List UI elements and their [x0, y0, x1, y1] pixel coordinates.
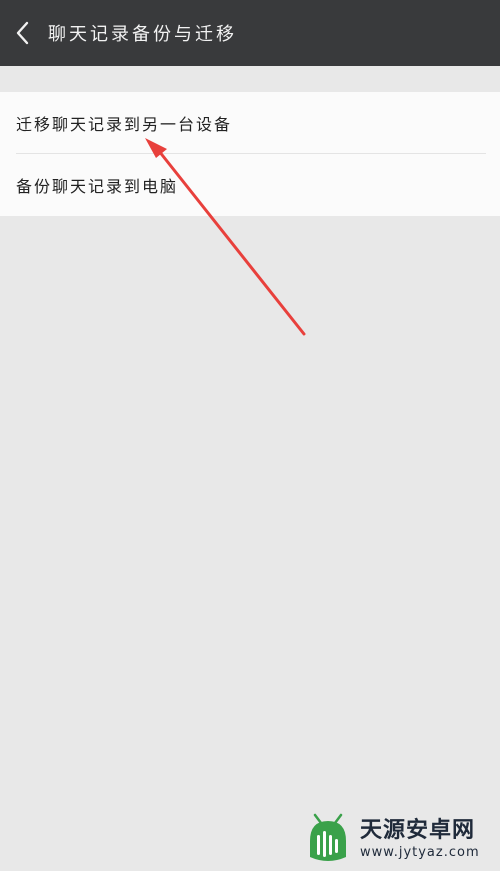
- back-button[interactable]: [0, 0, 44, 66]
- page-title: 聊天记录备份与迁移: [48, 24, 237, 45]
- watermark-url: www.jytyaz.com: [360, 845, 480, 860]
- menu-item-migrate-to-device[interactable]: 迁移聊天记录到另一台设备: [0, 92, 500, 154]
- chevron-left-icon: [16, 21, 29, 45]
- watermark: 天源安卓网 www.jytyaz.com: [300, 810, 496, 868]
- menu-item-backup-to-pc[interactable]: 备份聊天记录到电脑: [0, 154, 500, 216]
- watermark-name: 天源安卓网: [360, 818, 476, 843]
- menu-item-label: 备份聊天记录到电脑: [16, 177, 179, 196]
- top-bar: 聊天记录备份与迁移: [0, 0, 500, 66]
- menu-item-label: 迁移聊天记录到另一台设备: [16, 115, 233, 134]
- menu-list: 迁移聊天记录到另一台设备 备份聊天记录到电脑: [0, 92, 500, 216]
- android-logo-icon: [310, 813, 346, 861]
